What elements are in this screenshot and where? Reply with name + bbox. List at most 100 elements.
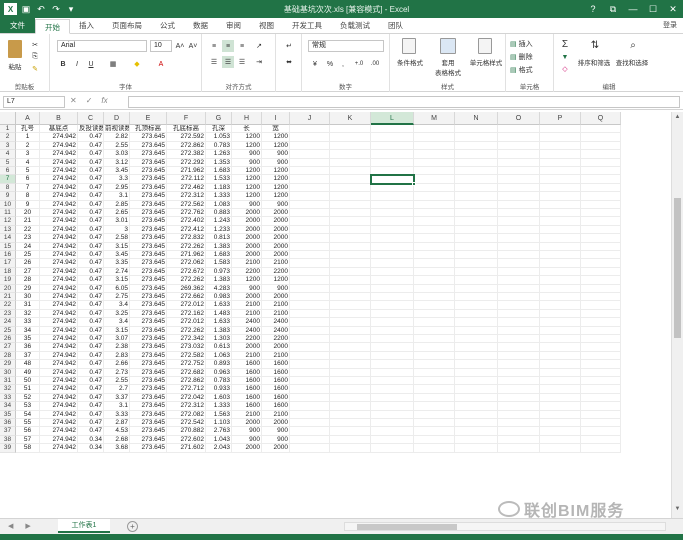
table-cell[interactable] <box>498 444 540 453</box>
table-cell[interactable]: 0.47 <box>78 419 104 428</box>
table-cell[interactable]: 900 <box>232 158 262 167</box>
table-cell[interactable]: 51 <box>16 385 40 394</box>
table-cell[interactable] <box>414 309 455 319</box>
table-cell[interactable]: 0.47 <box>78 351 104 361</box>
row-header[interactable]: 27 <box>0 343 16 352</box>
table-cell[interactable]: 27 <box>16 267 40 277</box>
table-cell[interactable]: 1.383 <box>206 242 232 251</box>
table-cell[interactable]: 0.47 <box>78 242 104 251</box>
tab-page-layout[interactable]: 页面布局 <box>103 18 151 33</box>
table-cell[interactable]: 272.012 <box>167 318 206 327</box>
table-cell[interactable]: 274.942 <box>40 167 78 176</box>
table-cell[interactable]: 273.645 <box>130 393 167 403</box>
table-cell[interactable]: 1200 <box>262 276 290 285</box>
table-cell[interactable] <box>455 150 498 159</box>
table-cell[interactable] <box>498 335 540 344</box>
table-cell[interactable]: 272.832 <box>167 234 206 243</box>
table-cell[interactable]: 36 <box>16 343 40 352</box>
table-cell[interactable]: 273.645 <box>130 301 167 310</box>
tab-load-test[interactable]: 负载测试 <box>331 18 379 33</box>
table-cell[interactable] <box>498 225 540 235</box>
table-cell[interactable]: 34 <box>16 326 40 335</box>
table-cell[interactable] <box>330 351 371 361</box>
table-cell[interactable] <box>581 335 621 344</box>
tab-home[interactable]: 开始 <box>35 19 70 34</box>
table-cell[interactable]: 272.012 <box>167 301 206 310</box>
table-cell[interactable] <box>581 167 621 176</box>
table-cell[interactable] <box>290 192 330 201</box>
minimize-button[interactable]: — <box>623 4 643 15</box>
table-cell[interactable]: 9 <box>16 200 40 209</box>
table-cell[interactable]: 53 <box>16 402 40 411</box>
table-cell[interactable] <box>455 309 498 319</box>
table-cell[interactable] <box>455 343 498 352</box>
table-cell[interactable]: 273.645 <box>130 251 167 260</box>
table-cell[interactable] <box>290 225 330 235</box>
table-cell[interactable] <box>455 435 498 445</box>
table-cell[interactable]: 24 <box>16 242 40 251</box>
table-cell[interactable] <box>498 402 540 411</box>
table-cell[interactable] <box>290 301 330 310</box>
row-header[interactable]: 30 <box>0 368 16 377</box>
table-cell[interactable] <box>371 335 414 344</box>
undo-icon[interactable]: ↶ <box>35 3 47 15</box>
header-cell[interactable]: 孔深 <box>206 125 232 134</box>
cell-styles-button[interactable]: 单元格样式 <box>466 57 506 67</box>
table-cell[interactable] <box>498 192 540 201</box>
table-cell[interactable]: 274.942 <box>40 351 78 361</box>
align-bottom-icon[interactable]: ≡ <box>236 40 248 52</box>
table-cell[interactable] <box>498 242 540 251</box>
row-header[interactable]: 36 <box>0 419 16 428</box>
table-cell[interactable]: 33 <box>16 318 40 327</box>
table-cell[interactable] <box>330 335 371 344</box>
table-cell[interactable]: 2400 <box>262 326 290 335</box>
table-cell[interactable]: 3 <box>104 225 130 235</box>
table-cell[interactable]: 3.68 <box>104 444 130 453</box>
row-header[interactable]: 31 <box>0 377 16 386</box>
column-header-c[interactable]: C <box>78 112 104 125</box>
table-cell[interactable] <box>540 318 581 327</box>
table-cell[interactable]: 272.602 <box>167 435 206 445</box>
table-cell[interactable]: 271.962 <box>167 167 206 176</box>
row-header[interactable]: 4 <box>0 150 16 159</box>
table-cell[interactable]: 0.47 <box>78 251 104 260</box>
table-cell[interactable] <box>414 200 455 209</box>
table-cell[interactable] <box>290 183 330 193</box>
align-middle-icon[interactable]: ≡ <box>222 40 234 52</box>
add-sheet-button[interactable]: + <box>127 521 138 532</box>
row-header[interactable]: 16 <box>0 251 16 260</box>
table-cell[interactable]: 2100 <box>232 259 262 268</box>
table-cell[interactable] <box>371 377 414 386</box>
table-cell[interactable]: 2100 <box>232 309 262 319</box>
prev-sheet-icon[interactable]: ◀ <box>8 522 13 530</box>
table-cell[interactable]: 3.4 <box>104 301 130 310</box>
table-cell[interactable]: 56 <box>16 427 40 436</box>
table-cell[interactable] <box>455 276 498 285</box>
header-cell[interactable]: 基底点 <box>40 125 78 134</box>
table-cell[interactable] <box>371 200 414 209</box>
table-cell[interactable] <box>540 209 581 218</box>
table-cell[interactable] <box>290 200 330 209</box>
column-header-l[interactable]: L <box>371 112 414 125</box>
table-cell[interactable]: 0.47 <box>78 284 104 293</box>
table-cell[interactable]: 2000 <box>232 293 262 302</box>
table-cell[interactable]: 273.645 <box>130 150 167 159</box>
table-cell[interactable]: 273.645 <box>130 284 167 293</box>
table-cell[interactable]: 273.645 <box>130 368 167 377</box>
table-cell[interactable]: 2000 <box>232 343 262 352</box>
table-cell[interactable]: 3.45 <box>104 167 130 176</box>
table-cell[interactable] <box>498 234 540 243</box>
table-cell[interactable]: 272.062 <box>167 259 206 268</box>
table-cell[interactable] <box>414 234 455 243</box>
table-cell[interactable] <box>540 410 581 419</box>
row-header[interactable]: 29 <box>0 360 16 369</box>
table-cell[interactable] <box>498 141 540 151</box>
table-cell[interactable] <box>540 234 581 243</box>
table-cell[interactable]: 2000 <box>232 242 262 251</box>
table-cell[interactable] <box>498 360 540 369</box>
table-cell[interactable] <box>414 225 455 235</box>
tab-review[interactable]: 审阅 <box>217 18 250 33</box>
table-cell[interactable] <box>581 225 621 235</box>
table-cell[interactable]: 272.672 <box>167 267 206 277</box>
table-cell[interactable]: 272.862 <box>167 377 206 386</box>
